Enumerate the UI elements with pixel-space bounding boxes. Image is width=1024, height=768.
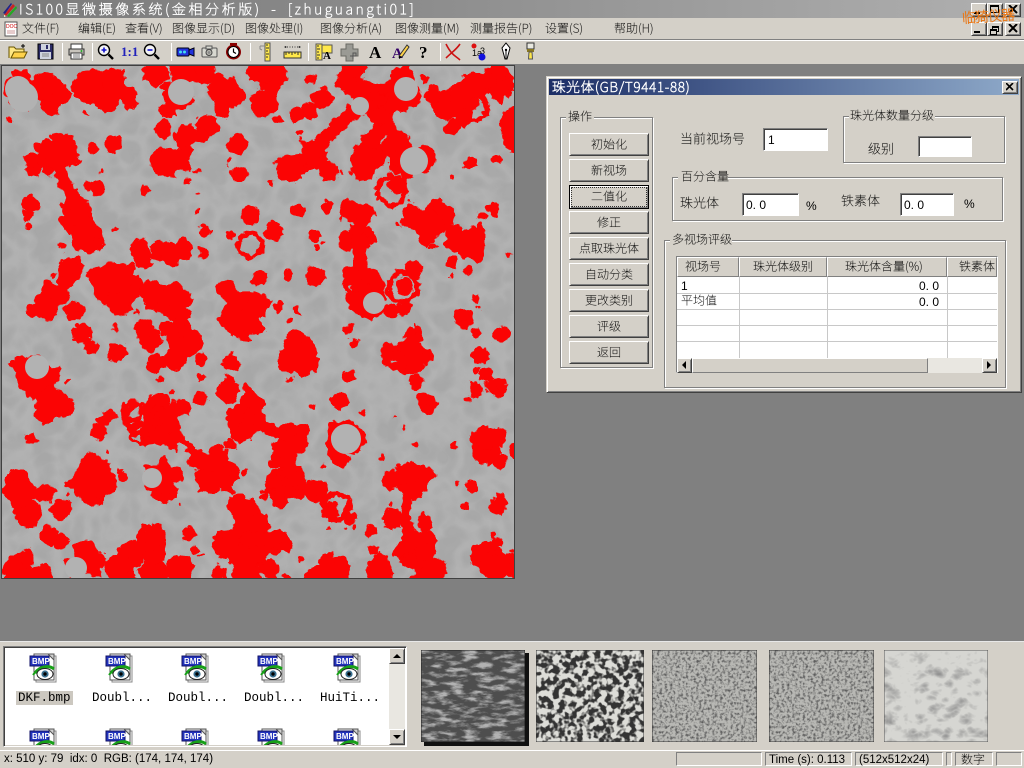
svg-text:BMP: BMP bbox=[32, 732, 50, 741]
svg-text:A: A bbox=[323, 50, 331, 62]
svg-text:BMP: BMP bbox=[184, 732, 202, 741]
svg-text:BMP: BMP bbox=[108, 732, 126, 741]
svg-text:?: ? bbox=[419, 43, 428, 62]
svg-text:BMP: BMP bbox=[260, 732, 278, 741]
svg-text:BMP: BMP bbox=[32, 657, 50, 666]
svg-text:A: A bbox=[369, 43, 382, 62]
svg-text:1:1: 1:1 bbox=[121, 44, 138, 59]
svg-text:BMP: BMP bbox=[336, 657, 354, 666]
svg-text:BMP: BMP bbox=[184, 657, 202, 666]
svg-text:BMP: BMP bbox=[260, 657, 278, 666]
svg-text:BMP: BMP bbox=[108, 657, 126, 666]
svg-text:DOC: DOC bbox=[6, 24, 18, 30]
svg-text:BMP: BMP bbox=[336, 732, 354, 741]
